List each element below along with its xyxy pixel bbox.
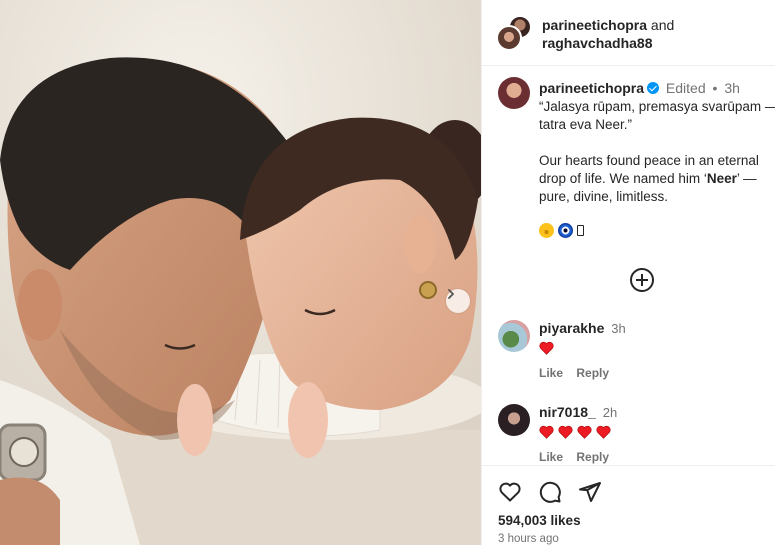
- comment-username[interactable]: nir7018_: [539, 404, 596, 420]
- red-heart-icon: [539, 341, 554, 355]
- comment-actions: Like Reply: [539, 366, 619, 380]
- verified-badge-icon: [647, 82, 660, 94]
- comment-header: nir7018_ 2h: [539, 404, 617, 421]
- red-heart-icon: [577, 425, 592, 439]
- post-header: parineetichopra and raghavchadha88: [482, 0, 775, 66]
- load-more-comments-icon[interactable]: [630, 268, 654, 292]
- caption-header: parineetichopra Edited • 3h: [539, 80, 740, 97]
- caption-text: “Jalasya rūpam, premasya svarūpam — tatr…: [539, 98, 775, 206]
- nazar-amulet-icon: [558, 223, 573, 238]
- share-send-icon[interactable]: [578, 480, 602, 504]
- edited-label: Edited: [665, 80, 706, 96]
- comment-username[interactable]: piyarakhe: [539, 320, 604, 336]
- collab-avatars[interactable]: [496, 15, 532, 51]
- avatar-parineetichopra[interactable]: [496, 25, 522, 51]
- post-photo: [0, 0, 481, 545]
- smiling-face-icon: [539, 223, 554, 238]
- comment-hearts: [539, 425, 611, 439]
- comment-item: nir7018_ 2h Like Reply: [482, 404, 775, 464]
- collab-user-2-link[interactable]: raghavchadha88: [542, 35, 653, 51]
- comment-hearts: [539, 341, 554, 355]
- likes-count[interactable]: 594,003 likes: [498, 513, 581, 528]
- comment-item: piyarakhe 3h Like Reply: [482, 320, 775, 382]
- action-icons: [498, 480, 602, 504]
- comment-like-button[interactable]: Like: [539, 366, 563, 380]
- post-actions-bar: 594,003 likes 3 hours ago: [482, 465, 775, 545]
- next-image-button[interactable]: [446, 289, 470, 313]
- comment-icon[interactable]: [538, 480, 562, 504]
- comments-scroll-area[interactable]: parineetichopra Edited • 3h “Jalasya rūp…: [482, 67, 775, 464]
- caption-line-1: “Jalasya rūpam, premasya svarūpam — tatr…: [539, 99, 775, 132]
- comment-time[interactable]: 2h: [603, 405, 617, 420]
- comment-like-button[interactable]: Like: [539, 450, 563, 464]
- comment-avatar[interactable]: [498, 320, 530, 352]
- red-heart-icon: [596, 425, 611, 439]
- meta-separator: •: [712, 80, 718, 96]
- post-side-panel: parineetichopra and raghavchadha88 parin…: [481, 0, 775, 545]
- comment-reply-button[interactable]: Reply: [576, 450, 609, 464]
- collab-names: parineetichopra and raghavchadha88: [542, 16, 674, 52]
- comment-time[interactable]: 3h: [611, 321, 625, 336]
- chevron-right-icon: [448, 289, 454, 299]
- red-heart-icon: [539, 425, 554, 439]
- photo-illustration: [0, 0, 481, 545]
- like-heart-icon[interactable]: [498, 480, 522, 504]
- red-heart-icon: [558, 425, 573, 439]
- caption-emojis: [539, 223, 584, 238]
- caption-name-bold: Neer: [706, 171, 737, 186]
- comment-header: piyarakhe 3h: [539, 320, 626, 337]
- unknown-glyph-icon: [577, 225, 584, 236]
- comment-actions: Like Reply: [539, 450, 619, 464]
- caption-time[interactable]: 3h: [724, 80, 740, 96]
- post-timestamp[interactable]: 3 hours ago: [498, 533, 559, 545]
- comment-avatar[interactable]: [498, 404, 530, 436]
- collab-user-1-link[interactable]: parineetichopra: [542, 17, 647, 33]
- comment-reply-button[interactable]: Reply: [576, 366, 609, 380]
- caption-username[interactable]: parineetichopra: [539, 80, 644, 96]
- caption-avatar[interactable]: [498, 77, 530, 109]
- collab-and-text: and: [650, 17, 675, 33]
